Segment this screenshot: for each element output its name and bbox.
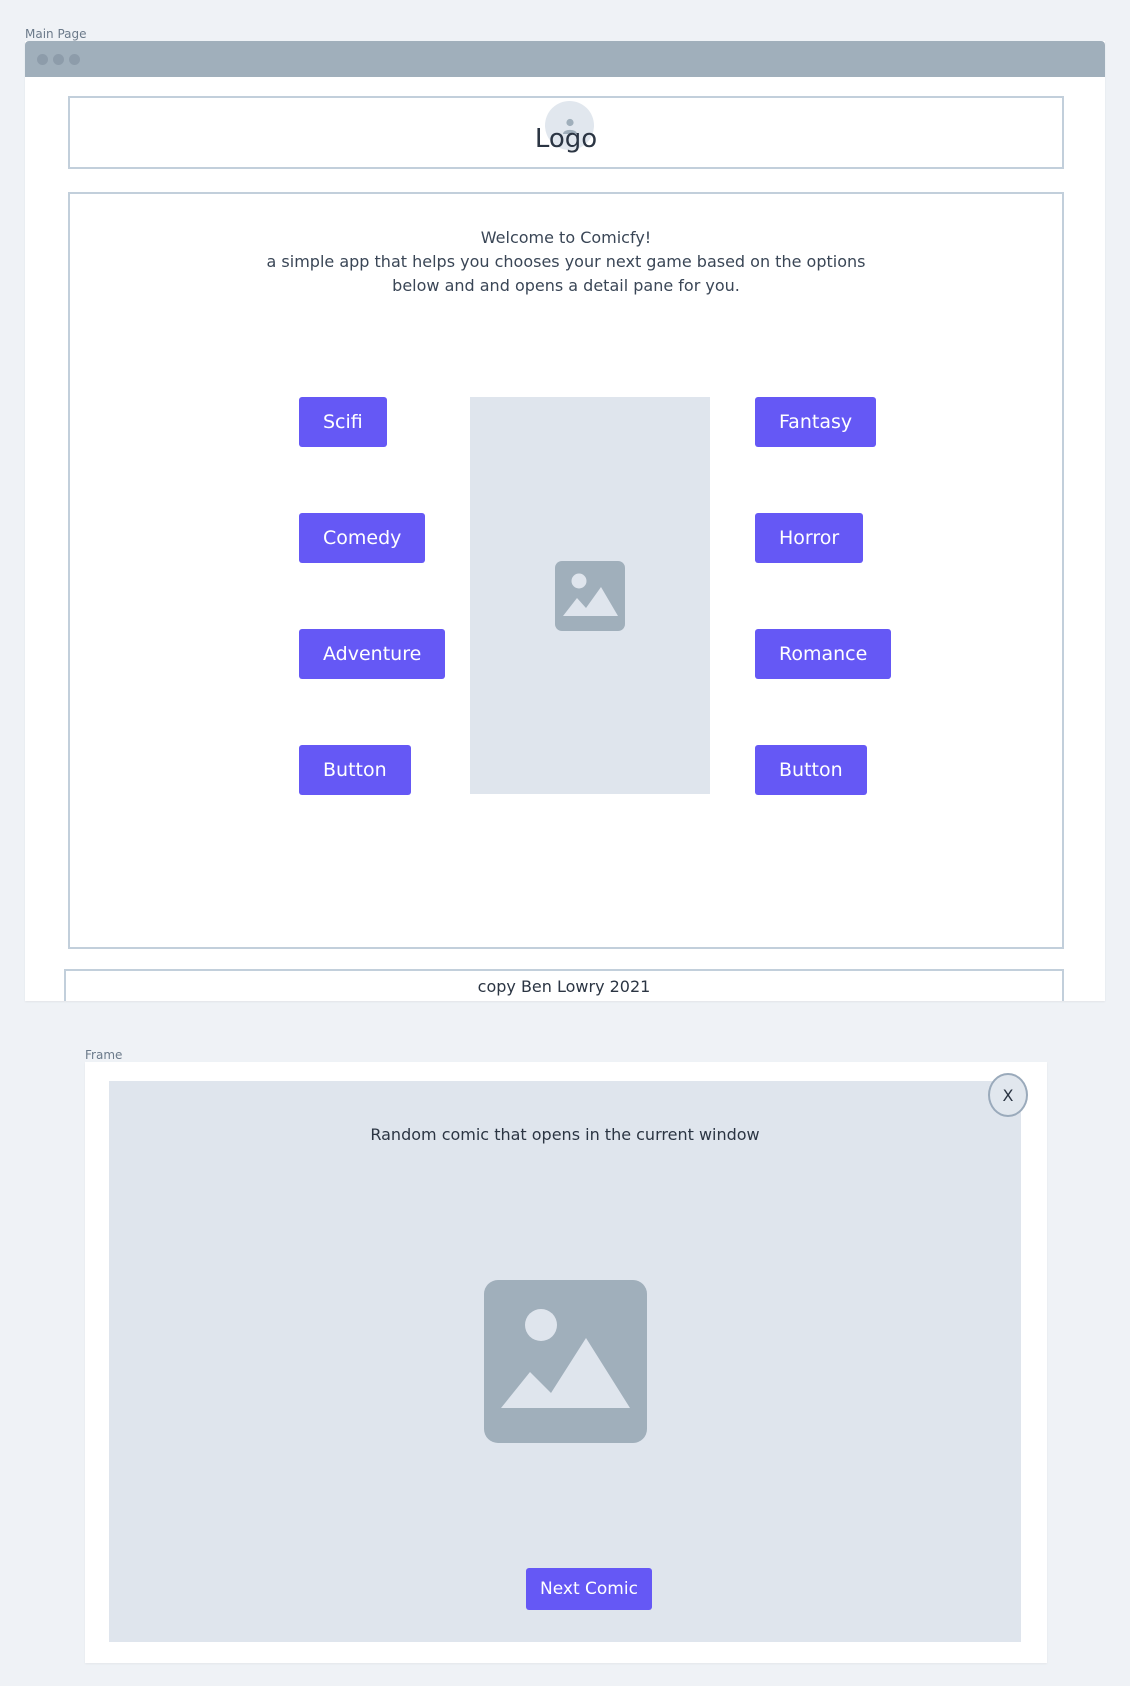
- welcome-line: a simple app that helps you chooses your…: [266, 252, 866, 271]
- genre-button-right-extra[interactable]: Button: [755, 745, 867, 795]
- modal-description: Random comic that opens in the current w…: [370, 1125, 760, 1144]
- genre-button-romance[interactable]: Romance: [755, 629, 892, 679]
- image-placeholder-icon: [484, 1280, 647, 1443]
- genre-button-fantasy[interactable]: Fantasy: [755, 397, 877, 447]
- image-placeholder-icon: [555, 560, 625, 631]
- genre-button-adventure[interactable]: Adventure: [299, 629, 446, 679]
- welcome-text: Welcome to Comicfy! a simple app that he…: [70, 226, 1062, 298]
- genre-button-comedy[interactable]: Comedy: [299, 513, 426, 563]
- comic-modal-panel: Random comic that opens in the current w…: [109, 1081, 1021, 1642]
- center-image-placeholder: [470, 397, 710, 794]
- window-dot-icon: [53, 53, 64, 65]
- genre-button-left-extra[interactable]: Button: [299, 745, 411, 795]
- close-modal-button[interactable]: X: [988, 1073, 1028, 1117]
- main-page-window: Logo Welcome to Comicfy! a simple app th…: [25, 41, 1105, 1001]
- header: Logo: [68, 96, 1064, 169]
- comic-modal-frame: Random comic that opens in the current w…: [85, 1062, 1047, 1663]
- welcome-line: below and and opens a detail pane for yo…: [392, 276, 740, 295]
- copyright-text: copy Ben Lowry 2021: [477, 976, 651, 996]
- next-comic-button[interactable]: Next Comic: [526, 1568, 652, 1610]
- main-page-frame-label: Main Page: [25, 27, 87, 41]
- genre-button-scifi[interactable]: Scifi: [299, 397, 387, 447]
- footer: copy Ben Lowry 2021: [64, 969, 1064, 1001]
- window-dot-icon: [37, 53, 48, 65]
- modal-frame-label: Frame: [85, 1048, 123, 1062]
- main-content: Welcome to Comicfy! a simple app that he…: [68, 192, 1064, 949]
- logo-text[interactable]: Logo: [535, 124, 597, 154]
- window-dot-icon: [69, 53, 80, 65]
- welcome-title: Welcome to Comicfy!: [480, 228, 652, 247]
- window-titlebar: [25, 41, 1105, 77]
- genre-button-horror[interactable]: Horror: [755, 513, 864, 563]
